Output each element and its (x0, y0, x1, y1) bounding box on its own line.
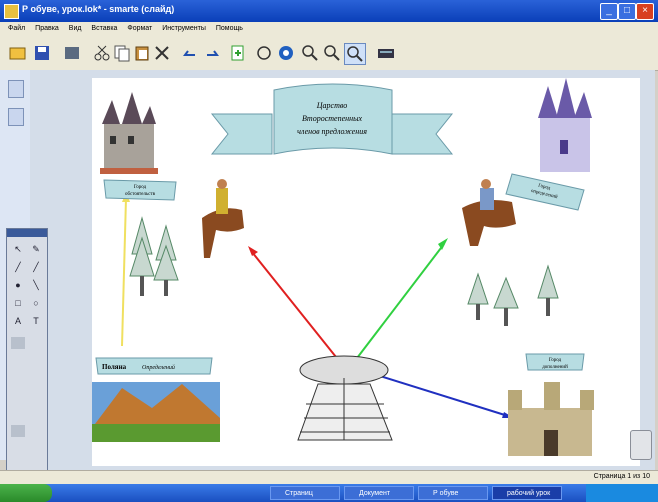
castle-left-image[interactable] (100, 92, 158, 174)
line-style-icon[interactable] (11, 425, 25, 437)
toolbar (0, 36, 658, 71)
creative-pen-icon[interactable]: ╱ (11, 261, 25, 273)
polyana-label[interactable]: Поляна Определений (95, 357, 213, 375)
zoom-in-icon[interactable] (300, 43, 320, 63)
menu-edit[interactable]: Правка (35, 22, 59, 36)
page-sorter-tab[interactable] (8, 80, 24, 98)
menu-view[interactable]: Вид (69, 22, 82, 36)
window-title: Р обуве, урок.lok* - smarte (слайд) (22, 4, 175, 14)
app-icon (4, 4, 19, 19)
gallery-tab[interactable] (8, 108, 24, 126)
page-drawing: Царство Второстепенных членов предложени… (92, 78, 594, 456)
svg-text:Определений: Определений (142, 364, 175, 371)
yellow-arrow[interactable] (121, 197, 127, 347)
line-tool-icon[interactable]: ╲ (29, 279, 43, 291)
svg-text:Поляна: Поляна (102, 363, 127, 371)
screen-shade-icon[interactable] (62, 43, 82, 63)
city-left-label[interactable]: Город обстоятельств (103, 179, 177, 201)
zoom-out-icon[interactable] (322, 43, 342, 63)
circle-tool-icon[interactable] (254, 43, 274, 63)
trees-right-image[interactable] (467, 264, 559, 326)
meadow-image[interactable] (92, 382, 220, 442)
magnifier-icon[interactable] (344, 43, 366, 65)
taskbar-item-3[interactable]: Р обуве (418, 486, 488, 500)
svg-text:Город: Город (549, 358, 562, 363)
trees-left-image[interactable] (129, 216, 179, 296)
canvas-area: Царство Второстепенных членов предложени… (30, 70, 655, 470)
color-swatch-icon[interactable] (11, 337, 25, 349)
redo-icon[interactable] (202, 43, 222, 63)
highlighter-icon[interactable]: ╱ (29, 261, 43, 273)
type-tool-icon[interactable]: T (29, 315, 43, 327)
knight-left-image[interactable] (202, 179, 244, 258)
trash-icon[interactable] (630, 430, 652, 460)
pen-tool-icon[interactable]: ✎ (29, 243, 43, 255)
taskbar: Страниц Документ Р обуве рабочий урок (0, 484, 658, 502)
start-button[interactable] (0, 484, 52, 502)
select-tool-icon[interactable]: ↖ (11, 243, 25, 255)
taskbar-item-4[interactable]: рабочий урок (492, 486, 562, 500)
menu-bar: Файл Правка Вид Вставка Формат Инструмен… (0, 22, 658, 36)
palette-header[interactable] (7, 229, 47, 237)
blue-arrow[interactable] (379, 375, 509, 417)
maximize-button[interactable]: □ (618, 3, 636, 20)
menu-file[interactable]: Файл (8, 22, 25, 36)
crossroads-image[interactable] (297, 355, 393, 441)
fill-tool-icon[interactable]: ○ (29, 297, 43, 309)
insert-page-icon[interactable] (228, 43, 248, 63)
city-right-label[interactable]: Город определений (505, 173, 585, 211)
menu-tools[interactable]: Инструменты (162, 22, 206, 36)
system-tray (586, 484, 658, 502)
svg-text:обстоятельств: обстоятельств (125, 192, 156, 197)
open-icon[interactable] (8, 43, 28, 63)
svg-text:дополнений: дополнений (542, 365, 568, 370)
save-icon[interactable] (32, 43, 52, 63)
copy-icon[interactable] (112, 43, 132, 63)
title-banner[interactable]: Царство Второстепенных членов предложени… (210, 83, 454, 155)
page-count: Страница 1 из 10 (593, 473, 650, 480)
minimize-button[interactable]: _ (600, 3, 618, 20)
banner-line-2: Второстепенных (302, 114, 363, 123)
keyboard-icon[interactable] (376, 43, 396, 63)
banner-line-1: Царство (316, 101, 347, 110)
svg-text:Город: Город (134, 185, 147, 190)
undo-icon[interactable] (180, 43, 200, 63)
green-arrow[interactable] (353, 243, 445, 363)
castle-right-image[interactable] (538, 78, 592, 172)
delete-icon[interactable] (152, 43, 172, 63)
banner-line-3: членов предложения (297, 127, 367, 136)
eraser-tool-icon[interactable]: ● (11, 279, 25, 291)
taskbar-item-1[interactable]: Страниц (270, 486, 340, 500)
paste-icon[interactable] (132, 43, 152, 63)
status-bar: Страница 1 из 10 (0, 470, 658, 485)
menu-insert[interactable]: Вставка (91, 22, 117, 36)
whiteboard-page[interactable]: Царство Второстепенных членов предложени… (92, 78, 640, 466)
text-tool-icon[interactable]: A (11, 315, 25, 327)
castle-bottom-image[interactable] (508, 382, 594, 456)
close-button[interactable]: × (636, 3, 654, 20)
red-arrow[interactable] (251, 251, 341, 363)
taskbar-item-2[interactable]: Документ (344, 486, 414, 500)
tool-palette[interactable]: ↖ ✎ ╱ ╱ ● ╲ □ ○ A T (6, 228, 48, 490)
menu-format[interactable]: Формат (127, 22, 152, 36)
menu-help[interactable]: Помощь (216, 22, 243, 36)
cut-icon[interactable] (92, 43, 112, 63)
target-icon[interactable] (276, 43, 296, 63)
shape-tool-icon[interactable]: □ (11, 297, 25, 309)
title-bar: Р обуве, урок.lok* - smarte (слайд) _ □ … (0, 0, 658, 22)
city-bottom-label[interactable]: Город дополнений (525, 353, 585, 371)
